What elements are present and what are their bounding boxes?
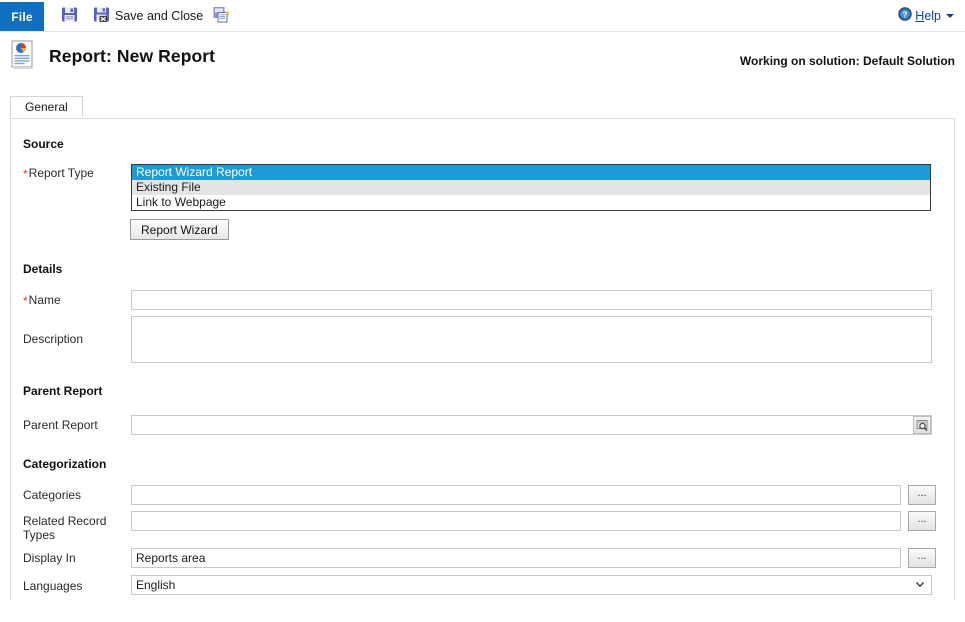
save-and-close-label: Save and Close bbox=[115, 8, 204, 23]
categories-label: Categories bbox=[11, 485, 131, 502]
tab-strip: General bbox=[0, 96, 965, 118]
report-type-option-link-webpage[interactable]: Link to Webpage bbox=[132, 195, 930, 210]
save-button[interactable] bbox=[56, 3, 88, 29]
report-type-option-existing-file[interactable]: Existing File bbox=[132, 180, 930, 195]
tab-general[interactable]: General bbox=[10, 96, 83, 117]
name-input[interactable] bbox=[131, 290, 932, 310]
report-type-listbox[interactable]: Report Wizard Report Existing File Link … bbox=[131, 164, 931, 211]
field-name: *Name bbox=[11, 290, 954, 310]
required-indicator: * bbox=[23, 167, 28, 181]
file-tab[interactable]: File bbox=[0, 2, 44, 31]
help-accel-letter: H bbox=[915, 8, 925, 23]
report-wizard-button[interactable]: Report Wizard bbox=[130, 219, 229, 240]
related-record-types-input[interactable] bbox=[131, 511, 901, 531]
description-textarea[interactable] bbox=[131, 316, 932, 363]
field-languages: Languages English bbox=[11, 575, 954, 595]
categories-input[interactable] bbox=[131, 485, 901, 505]
chevron-down-icon bbox=[946, 13, 954, 18]
field-display-in: Display In ... bbox=[11, 548, 954, 568]
required-indicator: * bbox=[23, 294, 28, 308]
related-record-types-label: Related Record Types bbox=[11, 511, 131, 542]
ribbon-toolbar: File Save and Close ? Help bbox=[0, 0, 965, 32]
languages-label: Languages bbox=[11, 575, 131, 593]
categories-browse-button[interactable]: ... bbox=[908, 485, 936, 505]
related-record-types-browse-button[interactable]: ... bbox=[908, 511, 936, 531]
display-in-input[interactable] bbox=[131, 548, 901, 568]
section-heading-categorization: Categorization bbox=[23, 457, 107, 471]
save-as-new-button[interactable] bbox=[208, 3, 240, 29]
save-as-new-icon bbox=[213, 6, 230, 26]
description-label: Description bbox=[11, 316, 131, 346]
display-in-label-text: Display In bbox=[23, 551, 76, 565]
field-description: Description bbox=[11, 316, 954, 363]
tab-general-label: General bbox=[25, 99, 68, 114]
page-title: Report: New Report bbox=[49, 46, 216, 66]
field-report-type: *Report Type Report Wizard Report Existi… bbox=[11, 164, 954, 211]
parent-report-lookup-wrap bbox=[131, 415, 932, 435]
name-label-text: Name bbox=[28, 293, 61, 307]
report-wizard-row: Report Wizard bbox=[11, 219, 954, 240]
section-heading-details: Details bbox=[23, 262, 63, 276]
help-button[interactable]: ? Help bbox=[895, 0, 957, 31]
form-panel: Source *Report Type Report Wizard Report… bbox=[10, 118, 955, 601]
name-label: *Name bbox=[11, 290, 131, 308]
svg-text:?: ? bbox=[903, 10, 908, 19]
help-label-rest: elp bbox=[924, 8, 941, 23]
parent-report-label-text: Parent Report bbox=[23, 418, 98, 432]
save-and-close-icon bbox=[93, 6, 110, 26]
page-header: Report: New Report Working on solution: … bbox=[0, 32, 965, 86]
categories-label-text: Categories bbox=[23, 488, 82, 502]
section-heading-source: Source bbox=[23, 137, 64, 151]
parent-report-input[interactable] bbox=[131, 415, 932, 435]
save-and-close-button[interactable]: Save and Close bbox=[88, 3, 208, 29]
field-related-record-types: Related Record Types ... bbox=[11, 511, 954, 542]
page-title-group: Report: New Report bbox=[10, 40, 215, 73]
related-record-types-label-text: Related Record Types bbox=[23, 514, 107, 542]
languages-select-wrap: English bbox=[131, 575, 932, 595]
field-categories: Categories ... bbox=[11, 485, 954, 505]
parent-report-label: Parent Report bbox=[11, 415, 131, 432]
solution-context-label: Working on solution: Default Solution bbox=[739, 54, 955, 68]
help-label: Help bbox=[915, 9, 941, 23]
languages-label-text: Languages bbox=[23, 579, 83, 593]
report-type-option-wizard[interactable]: Report Wizard Report bbox=[132, 165, 930, 180]
display-in-browse-button[interactable]: ... bbox=[908, 548, 936, 568]
report-type-label: *Report Type bbox=[11, 164, 131, 181]
save-icon bbox=[61, 6, 78, 26]
report-document-icon bbox=[10, 40, 36, 73]
display-in-label: Display In bbox=[11, 548, 131, 565]
report-type-label-text: Report Type bbox=[28, 166, 94, 180]
ribbon-command-group: Save and Close bbox=[56, 0, 240, 31]
help-icon: ? bbox=[898, 7, 912, 24]
section-heading-parent-report: Parent Report bbox=[23, 384, 103, 398]
lookup-icon[interactable] bbox=[913, 416, 931, 434]
file-tab-label: File bbox=[11, 9, 33, 24]
languages-select[interactable]: English bbox=[131, 575, 932, 595]
field-parent-report: Parent Report bbox=[11, 415, 954, 435]
description-label-text: Description bbox=[23, 332, 84, 346]
